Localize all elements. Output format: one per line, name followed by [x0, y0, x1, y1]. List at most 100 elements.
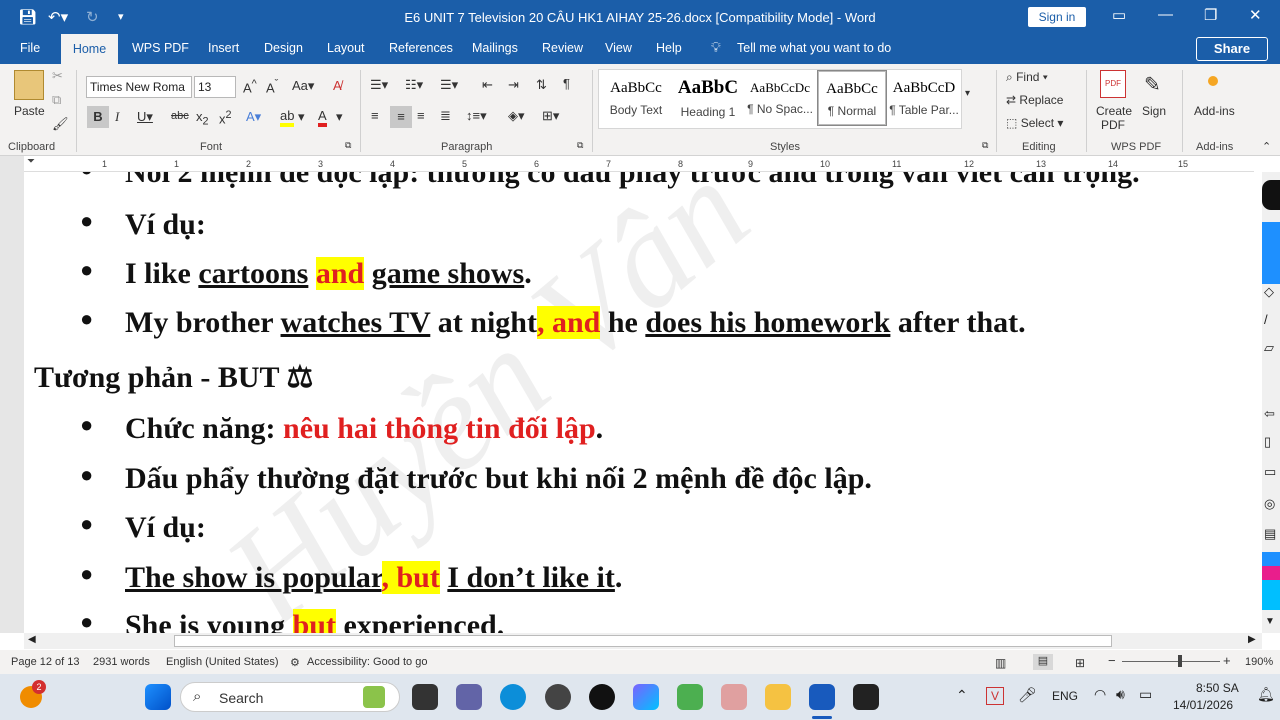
create-pdf-label[interactable]: Create PDF	[1096, 104, 1132, 132]
shrink-font-icon[interactable]: Aˇ	[266, 78, 278, 95]
print-layout-icon[interactable]: ▤	[1033, 654, 1053, 670]
add-ins-label[interactable]: Add-ins	[1194, 104, 1235, 118]
battery-icon[interactable]: ▭	[1139, 686, 1152, 703]
pen-icon[interactable]: /	[1264, 312, 1268, 327]
scroll-left-icon[interactable]: ◀	[28, 634, 36, 645]
styles-dialog-icon[interactable]: ⧉	[982, 140, 988, 151]
decrease-indent-icon[interactable]: ⇤	[482, 77, 493, 93]
styles-more-icon[interactable]: ▾	[965, 88, 970, 99]
copilot-icon[interactable]	[633, 684, 659, 710]
numbering-icon[interactable]: ☷▾	[405, 77, 423, 93]
page-count[interactable]: Page 12 of 13	[11, 656, 80, 668]
file-explorer-icon[interactable]	[765, 684, 791, 710]
camera-icon[interactable]: ◎	[1264, 496, 1275, 512]
input-language[interactable]: ENG	[1052, 689, 1078, 703]
snipping-icon[interactable]	[721, 684, 747, 710]
find-button[interactable]: ⌕ Find ▾	[1006, 70, 1048, 85]
font-color-dropdown-icon[interactable]: ▾	[336, 109, 343, 125]
media-player-icon[interactable]	[545, 684, 571, 710]
add-ins-icon[interactable]	[1208, 76, 1218, 86]
clock-date[interactable]: 14/01/2026	[1173, 698, 1233, 712]
show-formatting-icon[interactable]: ¶	[563, 76, 570, 91]
recorder-handle-icon[interactable]	[1262, 180, 1280, 210]
borders-icon[interactable]: ⊞▾	[542, 108, 559, 124]
italic-icon[interactable]: I	[115, 109, 119, 125]
font-name-combo[interactable]: Times New Roma	[86, 76, 192, 98]
color-swatch-pink[interactable]	[1262, 566, 1280, 580]
accessibility-status[interactable]: Accessibility: Good to go	[307, 656, 427, 668]
color-swatch-cyan[interactable]	[1262, 580, 1280, 610]
text-effects-icon[interactable]: A▾	[246, 109, 261, 125]
edge-icon[interactable]	[500, 684, 526, 710]
style-body-text[interactable]: AaBbCc Body Text	[601, 70, 671, 126]
style-normal[interactable]: AaBbCc ¶ Normal	[817, 70, 887, 126]
tab-home[interactable]: Home	[61, 34, 118, 64]
align-right-icon[interactable]: ≡	[417, 108, 425, 123]
highlight-dropdown-icon[interactable]: ▾	[298, 109, 305, 125]
bold-icon[interactable]: B	[87, 106, 109, 128]
line-spacing-icon[interactable]: ↕≡▾	[466, 108, 487, 124]
windows-start-icon[interactable]	[145, 684, 171, 710]
tell-me-search[interactable]: Tell me what you want to do	[737, 41, 891, 55]
collapse-ribbon-icon[interactable]: ⌃	[1262, 140, 1271, 153]
color-swatch-blue[interactable]	[1262, 552, 1280, 566]
recorder-icon[interactable]	[853, 684, 879, 710]
sort-icon[interactable]: ⇅	[536, 77, 547, 93]
language-status[interactable]: English (United States)	[166, 656, 279, 668]
justify-icon[interactable]: ≣	[440, 108, 451, 124]
read-mode-icon[interactable]: ▥	[995, 656, 1006, 670]
font-size-combo[interactable]: 13	[194, 76, 236, 98]
strikethrough-icon[interactable]: abc	[171, 110, 189, 122]
trash-icon[interactable]: ▯	[1264, 434, 1271, 450]
sign-label[interactable]: Sign	[1142, 104, 1166, 118]
restore-icon[interactable]: ❐	[1204, 6, 1217, 24]
tray-chevron-icon[interactable]: ⌃	[956, 687, 968, 704]
word-icon[interactable]	[809, 684, 835, 710]
tray-app-icon[interactable]: V	[986, 687, 1004, 705]
eye-tool-icon[interactable]	[1262, 222, 1280, 284]
tab-help[interactable]: Help	[656, 41, 682, 55]
multilevel-list-icon[interactable]: ☰▾	[440, 77, 458, 93]
horizontal-scrollbar[interactable]: ◀ ▶	[24, 633, 1262, 649]
tab-references[interactable]: References	[389, 41, 453, 55]
document-page[interactable]: Huyền Vân ● Nối 2 mệnh đề độc lập: thườn…	[24, 172, 1262, 633]
volume-icon[interactable]: 🔊︎	[1116, 686, 1125, 703]
minimize-icon[interactable]: —	[1158, 6, 1173, 23]
app-green-icon[interactable]	[677, 684, 703, 710]
increase-indent-icon[interactable]: ⇥	[508, 77, 519, 93]
highlight-icon[interactable]: ab	[280, 108, 295, 127]
tab-view[interactable]: View	[605, 41, 632, 55]
wifi-icon[interactable]: ◠	[1094, 686, 1106, 703]
zoom-out-icon[interactable]: −	[1108, 653, 1116, 668]
replace-button[interactable]: ⇄ Replace	[1006, 93, 1063, 107]
word-count[interactable]: 2931 words	[93, 656, 150, 668]
scrollbar-thumb[interactable]	[174, 635, 1112, 647]
scroll-down-icon[interactable]: ▼	[1265, 616, 1275, 627]
tab-file[interactable]: File	[20, 41, 40, 55]
superscript-icon[interactable]: x2	[219, 109, 232, 126]
underline-icon[interactable]: U▾	[137, 109, 153, 125]
paste-label[interactable]: Paste	[14, 104, 45, 118]
style-table-paragraph[interactable]: AaBbCcD ¶ Table Par...	[889, 70, 959, 126]
arrow-tool-icon[interactable]: ⇦	[1264, 406, 1275, 422]
web-layout-icon[interactable]: ⊞	[1075, 656, 1085, 670]
grow-font-icon[interactable]: A^	[243, 78, 257, 95]
font-dialog-icon[interactable]: ⧉	[345, 140, 351, 151]
tab-mailings[interactable]: Mailings	[472, 41, 518, 55]
tab-wps-pdf[interactable]: WPS PDF	[132, 41, 189, 55]
bullets-icon[interactable]: ☰▾	[370, 77, 388, 93]
eraser-icon[interactable]: ▱	[1264, 340, 1274, 356]
tab-layout[interactable]: Layout	[327, 41, 365, 55]
tab-insert[interactable]: Insert	[208, 41, 239, 55]
style-heading-1[interactable]: AaBbC Heading 1	[673, 70, 743, 126]
zoom-level[interactable]: 190%	[1245, 656, 1273, 668]
zoom-in-icon[interactable]: +	[1223, 653, 1231, 668]
close-icon[interactable]: ✕	[1249, 6, 1262, 24]
change-case-icon[interactable]: Aa▾	[292, 78, 314, 94]
document-icon[interactable]: ▤	[1264, 526, 1276, 542]
cut-icon[interactable]: ✂	[52, 68, 63, 84]
lock-icon[interactable]: ◇	[1264, 284, 1274, 300]
sign-in-button[interactable]: Sign in	[1028, 7, 1086, 27]
horizontal-ruler[interactable]: ⏷ 1 1 2 3 4 5 6 7 8 9 10 11 12 13 14 15	[24, 156, 1254, 172]
paragraph-dialog-icon[interactable]: ⧉	[577, 140, 583, 151]
